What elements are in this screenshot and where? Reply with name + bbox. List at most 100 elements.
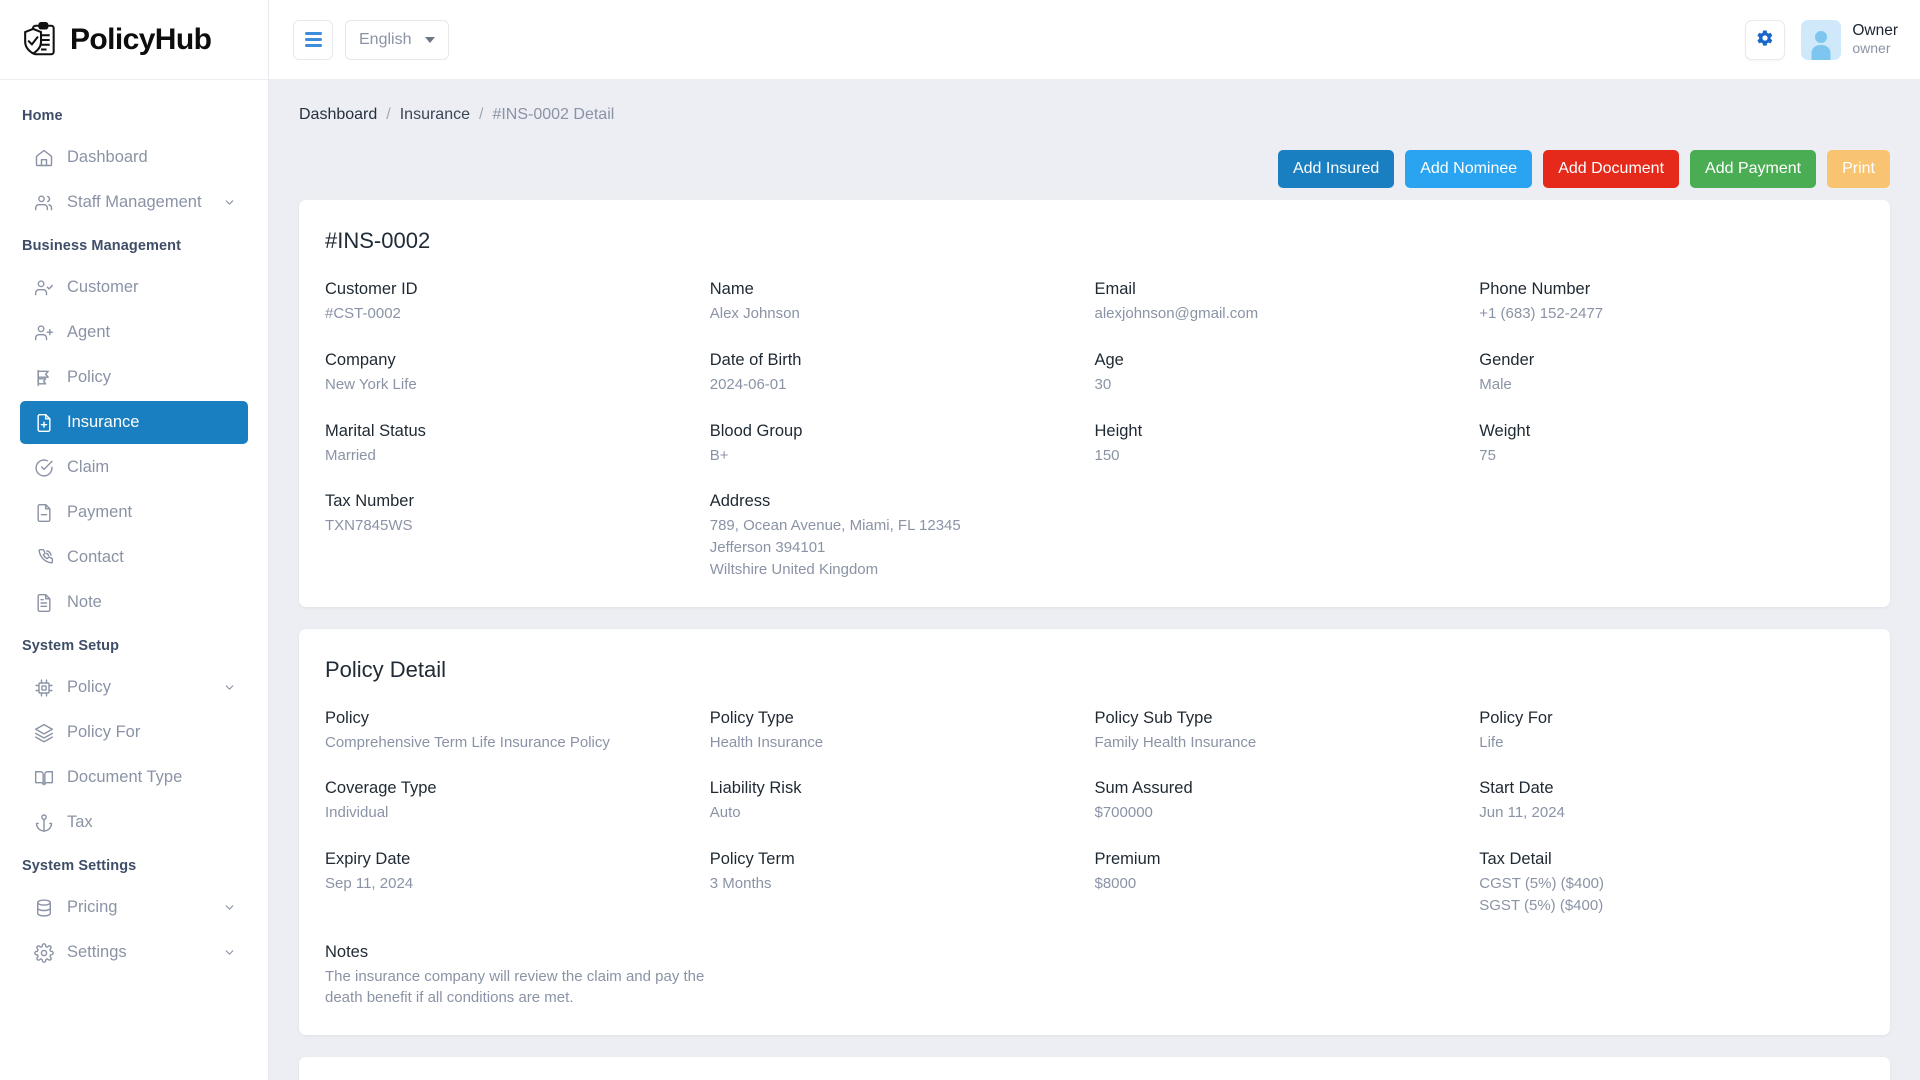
print-button[interactable]: Print bbox=[1827, 150, 1890, 188]
sidebar-item-contact[interactable]: Contact bbox=[20, 536, 248, 579]
field-value: Married bbox=[325, 445, 710, 467]
sidebar-section-home: Home bbox=[0, 96, 268, 134]
sidebar-item-claim[interactable]: Claim bbox=[20, 446, 248, 489]
field-value: 30 bbox=[1095, 374, 1480, 396]
field-blood-group: Blood Group B+ bbox=[710, 422, 1095, 467]
topbar: English Owner owner bbox=[269, 0, 1920, 80]
field-label: Policy bbox=[325, 709, 710, 728]
field-label: Premium bbox=[1095, 850, 1480, 869]
field-label: Marital Status bbox=[325, 422, 710, 441]
field-label: Policy Sub Type bbox=[1095, 709, 1480, 728]
field-liability-risk: Liability Risk Auto bbox=[710, 779, 1095, 824]
field-label: Date of Birth bbox=[710, 351, 1095, 370]
breadcrumb-separator: / bbox=[386, 106, 390, 124]
settings-button[interactable] bbox=[1745, 20, 1785, 60]
field-policy: Policy Comprehensive Term Life Insurance… bbox=[325, 709, 710, 754]
file-minus-icon bbox=[33, 502, 54, 523]
user-check-icon bbox=[33, 277, 54, 298]
breadcrumb-insurance[interactable]: Insurance bbox=[400, 106, 470, 124]
field-label: Company bbox=[325, 351, 710, 370]
chevron-down-icon[interactable] bbox=[223, 901, 236, 914]
sidebar-item-customer[interactable]: Customer bbox=[20, 266, 248, 309]
insured-detail-card: Insured Detail bbox=[299, 1057, 1890, 1080]
field-policy-for: Policy For Life bbox=[1479, 709, 1864, 754]
gear-icon bbox=[1756, 29, 1774, 50]
add-insured-button[interactable]: Add Insured bbox=[1278, 150, 1394, 188]
sidebar-item-payment[interactable]: Payment bbox=[20, 491, 248, 534]
sidebar-item-label: Policy bbox=[67, 368, 111, 387]
add-payment-button[interactable]: Add Payment bbox=[1690, 150, 1816, 188]
sidebar-item-dashboard[interactable]: Dashboard bbox=[20, 136, 248, 179]
sidebar-item-note[interactable]: Note bbox=[20, 581, 248, 624]
phone-call-icon bbox=[33, 547, 54, 568]
user-menu[interactable]: Owner owner bbox=[1801, 20, 1898, 60]
field-label: Tax Detail bbox=[1479, 850, 1864, 869]
field-premium: Premium $8000 bbox=[1095, 850, 1480, 917]
tax-line-sgst: SGST (5%) ($400) bbox=[1479, 895, 1864, 917]
layers-icon bbox=[33, 722, 54, 743]
field-value: 3 Months bbox=[710, 873, 1095, 895]
field-value: Individual bbox=[325, 802, 710, 824]
add-nominee-button[interactable]: Add Nominee bbox=[1405, 150, 1532, 188]
check-circle-icon bbox=[33, 457, 54, 478]
field-value: New York Life bbox=[325, 374, 710, 396]
sidebar-section-business-management: Business Management bbox=[0, 226, 268, 264]
field-value: TXN7845WS bbox=[325, 515, 710, 537]
sidebar-item-agent[interactable]: Agent bbox=[20, 311, 248, 354]
sidebar-item-staff-management[interactable]: Staff Management bbox=[20, 181, 248, 224]
hamburger-icon bbox=[305, 32, 322, 46]
breadcrumb-dashboard[interactable]: Dashboard bbox=[299, 106, 377, 124]
sidebar-item-setup-policy[interactable]: Policy bbox=[20, 666, 248, 709]
field-label: Phone Number bbox=[1479, 280, 1864, 299]
brand[interactable]: PolicyHub bbox=[0, 0, 268, 80]
user-name: Owner bbox=[1852, 21, 1898, 40]
field-coverage-type: Coverage Type Individual bbox=[325, 779, 710, 824]
chevron-down-icon[interactable] bbox=[223, 681, 236, 694]
field-label: Blood Group bbox=[710, 422, 1095, 441]
field-label: Policy For bbox=[1479, 709, 1864, 728]
sidebar-item-policy[interactable]: Policy bbox=[20, 356, 248, 399]
home-icon bbox=[33, 147, 54, 168]
sidebar-item-settings[interactable]: Settings bbox=[20, 931, 248, 974]
field-value: Male bbox=[1479, 374, 1864, 396]
chevron-down-icon[interactable] bbox=[223, 196, 236, 209]
field-tax-number: Tax Number TXN7845WS bbox=[325, 492, 710, 580]
sidebar-item-pricing[interactable]: Pricing bbox=[20, 886, 248, 929]
field-notes: Notes The insurance company will review … bbox=[325, 943, 1864, 1010]
book-open-icon bbox=[33, 767, 54, 788]
field-height: Height 150 bbox=[1095, 422, 1480, 467]
field-policy-term: Policy Term 3 Months bbox=[710, 850, 1095, 917]
field-value: The insurance company will review the cl… bbox=[325, 966, 715, 1010]
policy-fields-grid: Policy Comprehensive Term Life Insurance… bbox=[325, 709, 1864, 1010]
language-select[interactable]: English bbox=[345, 20, 449, 60]
field-value: #CST-0002 bbox=[325, 303, 710, 325]
sidebar-item-label: Claim bbox=[67, 458, 109, 477]
sidebar-item-insurance[interactable]: Insurance bbox=[20, 401, 248, 444]
field-value: B+ bbox=[710, 445, 1095, 467]
user-info: Owner owner bbox=[1852, 21, 1898, 58]
chevron-down-icon[interactable] bbox=[223, 946, 236, 959]
insurance-detail-card: #INS-0002 Customer ID #CST-0002 Name Ale… bbox=[299, 200, 1890, 607]
breadcrumb-separator: / bbox=[479, 106, 483, 124]
sidebar-item-document-type[interactable]: Document Type bbox=[20, 756, 248, 799]
field-value: alexjohnson@gmail.com bbox=[1095, 303, 1480, 325]
field-value: Alex Johnson bbox=[710, 303, 1095, 325]
field-label: Email bbox=[1095, 280, 1480, 299]
field-label: Gender bbox=[1479, 351, 1864, 370]
field-value: $8000 bbox=[1095, 873, 1480, 895]
database-icon bbox=[33, 897, 54, 918]
add-document-button[interactable]: Add Document bbox=[1543, 150, 1679, 188]
policy-flag-icon bbox=[33, 367, 54, 388]
sidebar-item-label: Payment bbox=[67, 503, 132, 522]
field-label: Notes bbox=[325, 943, 1864, 962]
sidebar-item-label: Policy For bbox=[67, 723, 140, 742]
field-customer-id: Customer ID #CST-0002 bbox=[325, 280, 710, 325]
sidebar-item-tax[interactable]: Tax bbox=[20, 801, 248, 844]
field-age: Age 30 bbox=[1095, 351, 1480, 396]
user-role: owner bbox=[1852, 40, 1898, 58]
field-value: Life bbox=[1479, 732, 1864, 754]
sidebar-toggle-button[interactable] bbox=[293, 20, 333, 60]
field-label: Name bbox=[710, 280, 1095, 299]
sidebar-item-policy-for[interactable]: Policy For bbox=[20, 711, 248, 754]
sidebar-item-label: Settings bbox=[67, 943, 127, 962]
